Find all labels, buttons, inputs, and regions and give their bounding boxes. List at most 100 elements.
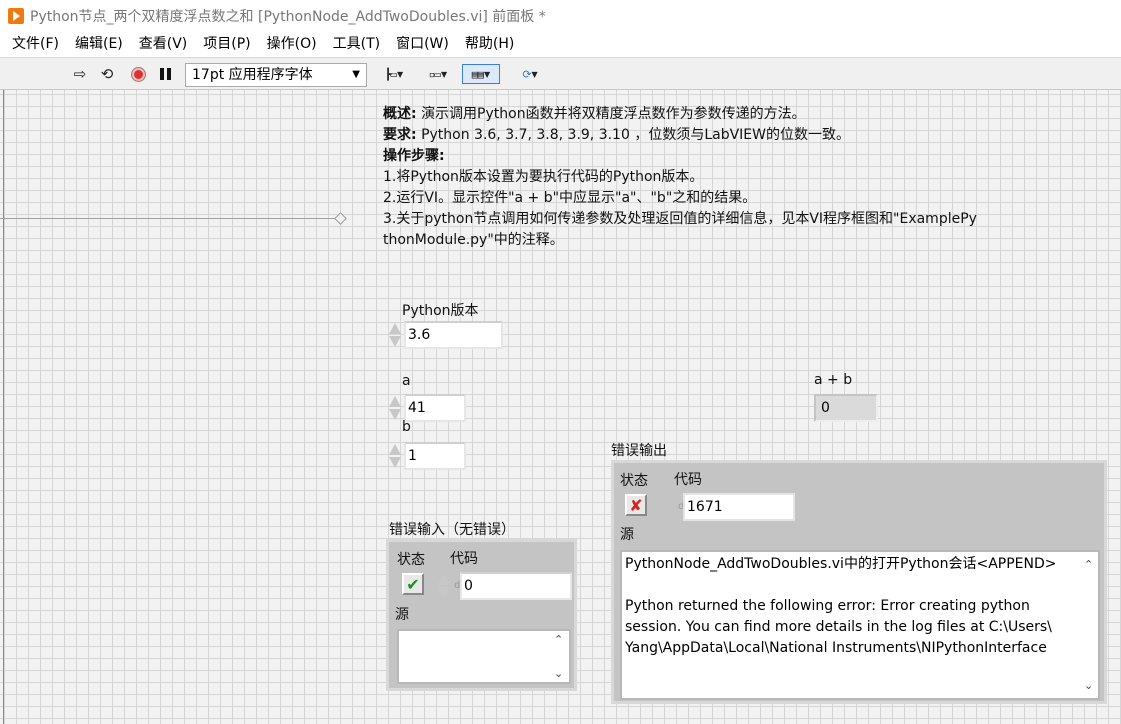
run-continuously-icon: ⟲	[100, 65, 114, 83]
font-select-value: 17pt 应用程序字体	[192, 67, 313, 83]
a-input[interactable]: 41	[404, 394, 466, 422]
error-in-scrollbar[interactable]: ⌃ ⌄	[552, 631, 566, 682]
menu-operate[interactable]: 操作(O)	[259, 33, 325, 53]
menu-edit[interactable]: 编辑(E)	[67, 33, 131, 53]
error-in-code-label: 代码	[450, 551, 478, 567]
b-control: 1	[387, 442, 467, 470]
b-label: b	[402, 419, 411, 435]
reorder-button[interactable]: ⟳ ▼	[512, 64, 548, 84]
checkmark-icon: ✔	[406, 574, 420, 594]
requirement-text: Python 3.6, 3.7, 3.8, 3.9, 3.10 ，位数须与Lab…	[421, 127, 850, 143]
title-bar: Python节点_两个双精度浮点数之和 [PythonNode_AddTwoDo…	[0, 0, 1121, 32]
python-version-incdec[interactable]	[387, 321, 403, 349]
menu-project[interactable]: 项目(P)	[195, 33, 258, 53]
error-in-source-label: 源	[395, 607, 409, 623]
menu-file[interactable]: 文件(F)	[4, 33, 67, 53]
step-3-line-1: 3.关于python节点调用如何传递参数及处理返回值的详细信息，见本VI程序框图…	[383, 211, 977, 227]
menu-help[interactable]: 帮助(H)	[457, 33, 522, 53]
scroll-down-icon[interactable]: ⌄	[554, 667, 563, 680]
run-arrow-icon: ⇨	[73, 65, 87, 83]
a-incdec[interactable]	[387, 394, 403, 422]
chevron-down-icon: ▼	[352, 69, 360, 80]
error-in-code-incdec[interactable]	[436, 572, 452, 600]
abort-icon	[130, 66, 146, 82]
decrement-arrow-icon	[389, 336, 401, 347]
description-label: 概述: 演示调用Python函数并将双精度浮点数作为参数传递的方法。 要求: P…	[383, 104, 1043, 251]
steps-label: 操作步骤:	[383, 148, 445, 164]
error-in-code-input[interactable]: 0	[460, 572, 572, 600]
b-incdec[interactable]	[387, 442, 403, 470]
pause-button[interactable]	[155, 64, 175, 84]
error-in-cluster: 状态 代码 ✔ d 0 源 ⌃ ⌄	[386, 539, 577, 691]
scroll-up-icon[interactable]: ⌃	[554, 633, 563, 646]
chevron-down-icon: ▼	[484, 69, 491, 79]
step-3-line-2: thonModule.py"中的注释。	[383, 232, 564, 248]
font-select[interactable]: 17pt 应用程序字体 ▼	[185, 63, 367, 87]
resize-icon: ▤▤	[471, 67, 484, 81]
a-control: 41	[387, 394, 467, 422]
abort-button[interactable]	[128, 64, 148, 84]
error-in-source-input[interactable]	[397, 629, 571, 684]
error-out-source-line-2: Python returned the following error: Err…	[625, 598, 1030, 614]
run-button[interactable]: ⇨	[70, 64, 90, 84]
scroll-up-icon[interactable]: ⌃	[1084, 554, 1093, 575]
error-out-scrollbar[interactable]: ⌃ ⌄	[1082, 552, 1096, 698]
error-out-code-label: 代码	[674, 472, 702, 488]
error-out-status-label: 状态	[620, 473, 648, 489]
step-2: 2.运行VI。显示控件"a + b"中应显示"a"、"b"之和的结果。	[383, 190, 757, 206]
panel-splitter	[3, 90, 4, 724]
align-icon: ┣▭	[384, 67, 397, 81]
chevron-down-icon: ▼	[531, 69, 538, 79]
error-out-source-label: 源	[620, 527, 634, 543]
run-continuously-button[interactable]: ⟲	[96, 64, 118, 84]
a-label: a	[402, 373, 411, 389]
increment-arrow-icon	[389, 444, 401, 455]
reorder-icon: ⟳	[522, 67, 531, 81]
pane-splitter-horizontal[interactable]	[0, 218, 340, 219]
decrement-arrow-icon	[438, 587, 450, 598]
distribute-icon: ▫▭	[428, 67, 441, 81]
requirement-label: 要求:	[383, 127, 417, 143]
resize-objects-button[interactable]: ▤▤ ▼	[462, 64, 500, 84]
error-in-label: 错误输入（无错误）	[389, 522, 515, 538]
menu-bar: 文件(F) 编辑(E) 查看(V) 项目(P) 操作(O) 工具(T) 窗口(W…	[0, 32, 1121, 54]
pause-icon	[159, 68, 164, 80]
error-out-source-line-4: Yang\AppData\Local\National Instruments\…	[625, 640, 1047, 656]
error-x-icon: ✘	[629, 495, 643, 515]
error-out-label: 错误输出	[611, 443, 667, 459]
decrement-arrow-icon	[389, 457, 401, 468]
align-objects-button[interactable]: ┣▭ ▼	[377, 64, 411, 84]
error-out-cluster: 状态 代码 ✘ d 1671 源 PythonNode_AddTwoDouble…	[611, 460, 1107, 704]
distribute-objects-button[interactable]: ▫▭ ▼	[421, 64, 455, 84]
toolbar: ⇨ ⟲ 17pt 应用程序字体 ▼ ┣▭ ▼ ▫▭ ▼ ▤▤ ▼ ⟳ ▼	[0, 57, 1121, 90]
python-version-input[interactable]: 3.6	[404, 321, 503, 349]
chevron-down-icon: ▼	[441, 69, 448, 79]
labview-app-icon	[8, 8, 24, 24]
sum-indicator: 0	[814, 394, 878, 422]
menu-window[interactable]: 窗口(W)	[388, 33, 457, 53]
window-title: Python节点_两个双精度浮点数之和 [PythonNode_AddTwoDo…	[30, 9, 546, 25]
error-out-source-line-3: session. You can find more details in th…	[625, 619, 1052, 635]
overview-label: 概述:	[383, 106, 417, 122]
error-out-source-line-1: PythonNode_AddTwoDoubles.vi中的打开Python会话<…	[625, 556, 1057, 572]
error-out-source-indicator: PythonNode_AddTwoDoubles.vi中的打开Python会话<…	[620, 550, 1100, 700]
step-1: 1.将Python版本设置为要执行代码的Python版本。	[383, 169, 704, 185]
sum-label: a + b	[814, 372, 853, 388]
menu-view[interactable]: 查看(V)	[131, 33, 196, 53]
b-input[interactable]: 1	[404, 442, 466, 470]
error-in-status-label: 状态	[397, 552, 425, 568]
error-out-code-indicator: 1671	[683, 493, 795, 521]
increment-arrow-icon	[389, 323, 401, 334]
error-in-status-toggle[interactable]: ✔	[402, 573, 424, 595]
overview-text: 演示调用Python函数并将双精度浮点数作为参数传递的方法。	[421, 106, 806, 122]
increment-arrow-icon	[438, 574, 450, 585]
increment-arrow-icon	[389, 396, 401, 407]
error-in-code-control: d 0	[436, 572, 574, 600]
python-version-label: Python版本	[402, 303, 479, 319]
menu-tools[interactable]: 工具(T)	[325, 33, 388, 53]
python-version-control: 3.6	[387, 321, 503, 349]
splitter-handle-icon[interactable]	[334, 212, 347, 225]
chevron-down-icon: ▼	[397, 69, 404, 79]
decrement-arrow-icon	[389, 409, 401, 420]
scroll-down-icon[interactable]: ⌄	[1084, 675, 1093, 696]
